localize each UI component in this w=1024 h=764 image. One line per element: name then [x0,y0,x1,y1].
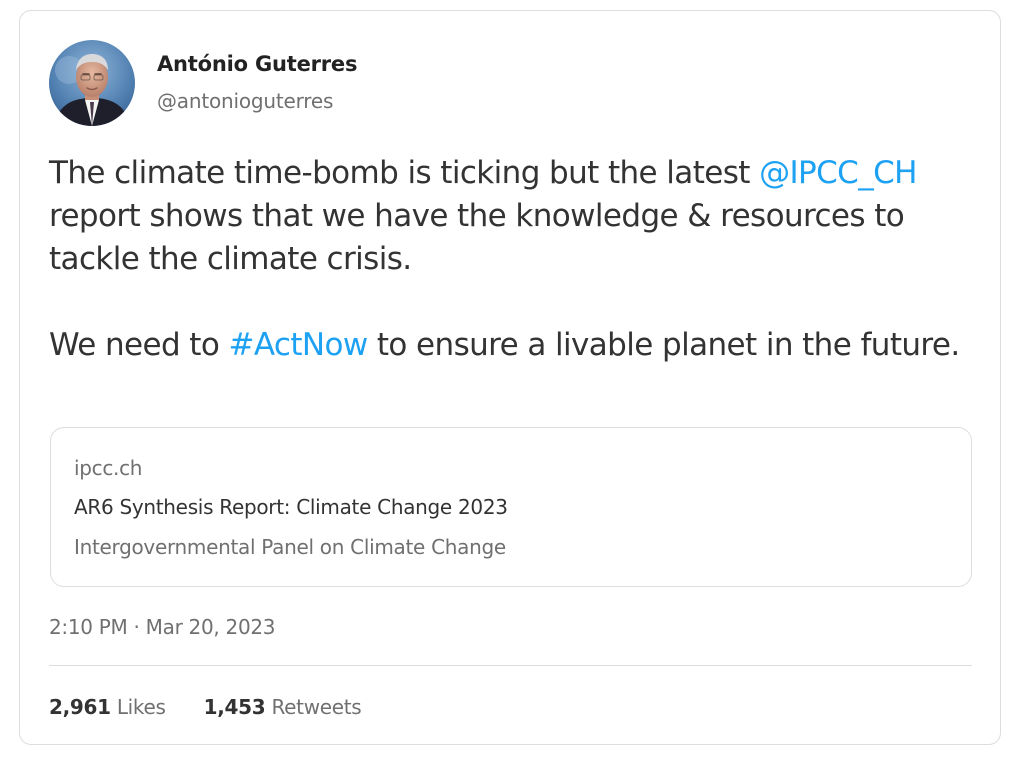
divider [49,665,972,666]
tweet-text-segment: report shows that we have the knowledge … [49,198,905,277]
author-avatar[interactable] [49,40,135,126]
author-handle[interactable]: @antonioguterres [157,89,333,113]
tweet-card: António Guterres @antonioguterres The cl… [19,10,1001,745]
link-description: Intergovernmental Panel on Climate Chang… [74,535,506,559]
likes-stat[interactable]: 2,961 Likes [49,695,166,719]
link-domain: ipcc.ch [74,456,143,480]
person-portrait-icon [49,40,135,126]
mention-link[interactable]: @IPCC_CH [759,155,917,191]
retweets-label: Retweets [271,695,362,719]
tweet-stats: 2,961 Likes 1,453 Retweets [49,695,362,719]
tweet-text-segment: to ensure a livable planet in the future… [367,327,960,363]
retweets-count: 1,453 [203,695,266,719]
hashtag-link[interactable]: #ActNow [228,327,368,363]
author-name[interactable]: António Guterres [157,52,357,76]
likes-label: Likes [116,695,166,719]
tweet-paragraph-2: We need to #ActNow to ensure a livable p… [49,324,979,367]
tweet-paragraph-1: The climate time-bomb is ticking but the… [49,152,979,281]
tweet-text-segment: The climate time-bomb is ticking but the… [49,155,760,191]
link-title: AR6 Synthesis Report: Climate Change 202… [74,495,508,519]
retweets-stat[interactable]: 1,453 Retweets [204,695,362,719]
tweet-timestamp[interactable]: 2:10 PM · Mar 20, 2023 [49,615,276,639]
likes-count: 2,961 [49,695,111,719]
tweet-text: The climate time-bomb is ticking but the… [49,152,979,367]
link-preview-card[interactable]: ipcc.ch AR6 Synthesis Report: Climate Ch… [50,427,972,587]
tweet-text-segment: We need to [49,327,229,363]
